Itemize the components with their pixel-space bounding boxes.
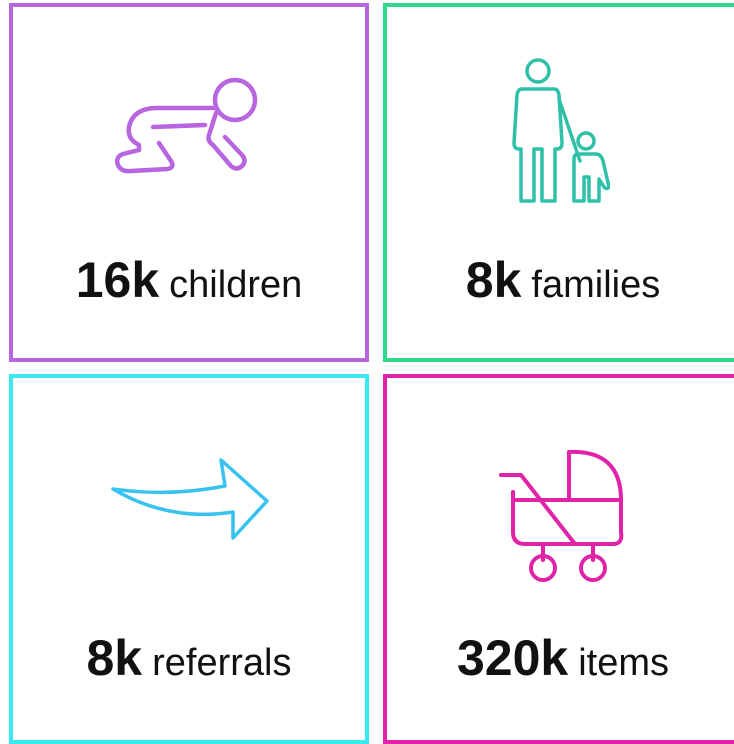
stat-unit: children <box>169 264 303 306</box>
stat-tile-referrals: 8k referrals <box>9 374 369 744</box>
stat-tile-items: 320k items <box>383 374 734 744</box>
parent-child-icon <box>512 58 610 203</box>
stroller-icon <box>499 449 624 582</box>
stat-tile-children: 16k children <box>9 3 369 362</box>
stat-label-families: 8k families <box>387 255 734 305</box>
stat-unit: families <box>531 264 661 306</box>
arrow-right-icon <box>111 458 269 540</box>
stat-value: 8k <box>86 630 143 686</box>
stat-unit: items <box>578 642 670 684</box>
stat-tile-families: 8k families <box>383 3 734 362</box>
stat-unit: referrals <box>152 642 292 684</box>
stat-label-items: 320k items <box>387 633 734 683</box>
stat-label-children: 16k children <box>13 255 365 305</box>
stat-label-referrals: 8k referrals <box>13 633 365 683</box>
stat-value: 8k <box>465 252 522 308</box>
crawling-baby-icon <box>114 77 258 174</box>
stat-value: 320k <box>456 630 569 686</box>
stat-value: 16k <box>75 252 160 308</box>
